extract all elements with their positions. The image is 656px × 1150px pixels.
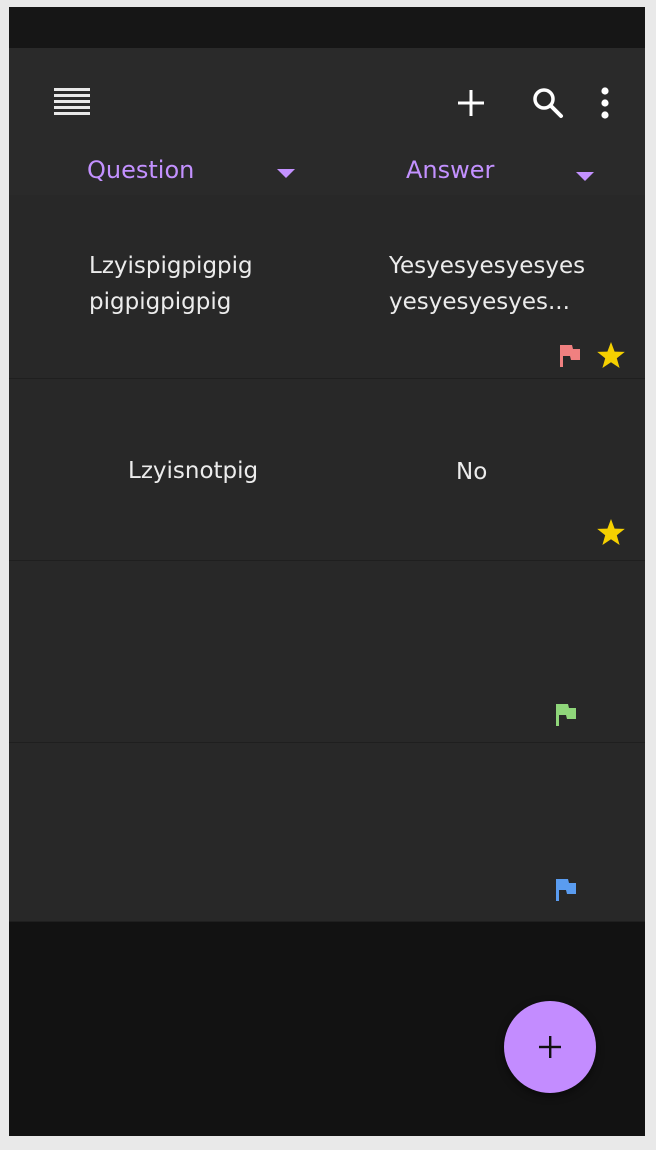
- app-bar: [9, 48, 645, 153]
- plus-icon: [458, 90, 484, 116]
- blue-flag-icon[interactable]: [554, 877, 578, 903]
- green-flag-icon[interactable]: [554, 702, 578, 728]
- plus-icon: [539, 1036, 561, 1058]
- question-text: Lzyispigpigpig pigpigpigpig: [89, 253, 253, 315]
- card-row[interactable]: Lzyisnotpig No: [9, 379, 645, 561]
- answer-text: Yesyesyesyesyes yesyesyesyes...: [389, 253, 586, 315]
- search-icon: [533, 88, 563, 118]
- dropdown-arrow-icon: [576, 172, 594, 181]
- card-row[interactable]: Lzyispigpigpig pigpigpigpig Yesyesyesyes…: [9, 195, 645, 379]
- red-flag-icon[interactable]: [558, 343, 582, 369]
- question-text: Lzyisnotpig: [128, 458, 259, 484]
- search-button[interactable]: [524, 79, 572, 127]
- column-header-label: Question: [87, 156, 195, 184]
- column-header-question[interactable]: Question: [9, 153, 327, 195]
- phone-screen: Question Answer Lzyispigpigpig pigpigpig…: [9, 7, 645, 1136]
- more-options-button[interactable]: [587, 79, 623, 127]
- star-icon[interactable]: [596, 341, 626, 369]
- add-card-button[interactable]: [447, 79, 495, 127]
- answer-text: No: [456, 459, 488, 485]
- card-row[interactable]: [9, 561, 645, 743]
- status-bar: [9, 7, 645, 48]
- list-icon: [54, 88, 90, 115]
- more-vert-icon: [601, 87, 609, 119]
- column-header-answer[interactable]: Answer: [327, 153, 645, 195]
- column-header-label: Answer: [406, 156, 495, 184]
- add-fab-button[interactable]: [504, 1001, 596, 1093]
- menu-button[interactable]: [47, 78, 97, 128]
- card-row[interactable]: [9, 743, 645, 922]
- star-icon[interactable]: [596, 518, 626, 546]
- dropdown-arrow-icon: [277, 169, 295, 178]
